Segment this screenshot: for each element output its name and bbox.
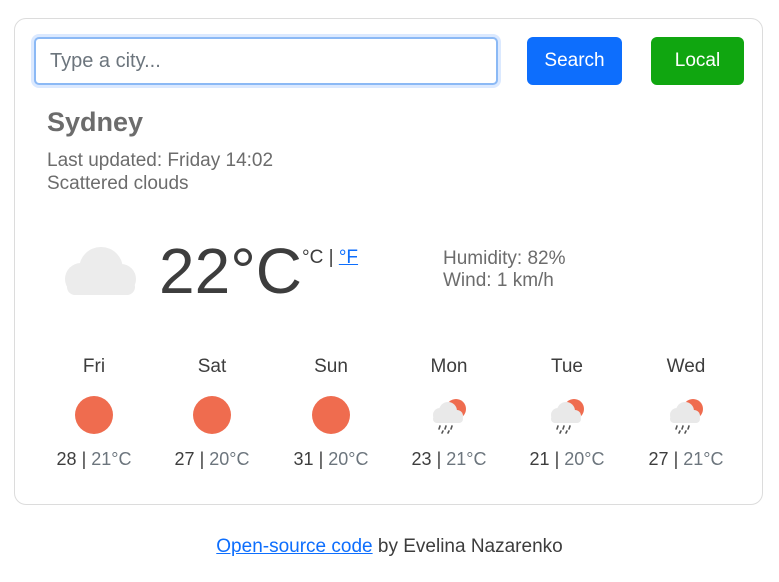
forecast-high: 27 bbox=[648, 449, 669, 469]
forecast-temps: 27 | 21°C bbox=[648, 449, 724, 469]
forecast-day: Sat 27 | 20°C bbox=[152, 355, 272, 470]
source-code-link[interactable]: Open-source code bbox=[216, 536, 372, 557]
weather-description: Scattered clouds bbox=[47, 173, 189, 194]
forecast-high: 23 bbox=[411, 449, 432, 469]
unit-separator: | bbox=[328, 247, 334, 268]
forecast-low: 20°C bbox=[209, 449, 250, 469]
local-button[interactable]: Local bbox=[651, 37, 744, 85]
forecast-low: 20°C bbox=[328, 449, 369, 469]
weather-card: Search Local Sydney Last updated: Friday… bbox=[14, 18, 763, 505]
forecast-high: 31 bbox=[293, 449, 314, 469]
rain-sun-icon bbox=[670, 399, 703, 434]
fahrenheit-link[interactable]: °F bbox=[339, 247, 358, 268]
forecast-day: Mon 23 | 21°C bbox=[389, 355, 509, 470]
city-name: Sydney bbox=[47, 107, 144, 137]
forecast-temps: 28 | 21°C bbox=[56, 449, 132, 469]
forecast-day: Fri 28 | 21°C bbox=[34, 355, 154, 470]
forecast-temps: 31 | 20°C bbox=[293, 449, 369, 469]
forecast-day-name: Sun bbox=[314, 356, 348, 377]
current-temperature: 22°C bbox=[159, 235, 302, 307]
forecast-day: Sun 31 | 20°C bbox=[271, 355, 391, 470]
rain-sun-icon bbox=[433, 399, 466, 434]
forecast-day-name: Mon bbox=[430, 356, 468, 377]
forecast-high: 28 bbox=[56, 449, 77, 469]
forecast-temps: 27 | 20°C bbox=[174, 449, 250, 469]
forecast-low: 20°C bbox=[564, 449, 605, 469]
forecast-high: 27 bbox=[174, 449, 195, 469]
cloud-icon bbox=[65, 247, 136, 295]
wind: Wind: 1 km/h bbox=[443, 270, 554, 291]
forecast-high: 21 bbox=[529, 449, 550, 469]
forecast-day-name: Sat bbox=[197, 356, 227, 377]
forecast-low: 21°C bbox=[683, 449, 724, 469]
forecast-day: Tue 21 | 20°C bbox=[507, 355, 627, 470]
city-search-input[interactable] bbox=[34, 37, 498, 85]
sun-icon bbox=[193, 396, 231, 434]
unit-toggle: °C | °F bbox=[302, 247, 358, 269]
weather-meta: Last updated: Friday 14:02 Scattered clo… bbox=[47, 149, 273, 195]
author-credit: by Evelina Nazarenko bbox=[372, 536, 563, 557]
humidity: Humidity: 82% bbox=[443, 248, 566, 269]
search-button[interactable]: Search bbox=[527, 37, 622, 85]
forecast-day-name: Fri bbox=[82, 356, 106, 377]
forecast-day-name: Tue bbox=[550, 356, 584, 377]
forecast-temps: 21 | 20°C bbox=[529, 449, 605, 469]
sun-icon bbox=[312, 396, 350, 434]
forecast-temps: 23 | 21°C bbox=[411, 449, 487, 469]
forecast-day-name: Wed bbox=[666, 356, 706, 377]
forecast: Fri 28 | 21°C Sat 27 | 20°C Sun 31 | 20°… bbox=[34, 355, 744, 495]
weather-stats: Humidity: 82% Wind: 1 km/h bbox=[443, 248, 566, 292]
last-updated: Last updated: Friday 14:02 bbox=[47, 150, 274, 171]
forecast-low: 21°C bbox=[446, 449, 487, 469]
forecast-low: 21°C bbox=[91, 449, 132, 469]
forecast-day: Wed 27 | 21°C bbox=[626, 355, 746, 470]
celsius-label: °C bbox=[302, 247, 324, 268]
rain-sun-icon bbox=[551, 399, 584, 434]
footer: Open-source code by Evelina Nazarenko bbox=[0, 536, 779, 558]
sun-icon bbox=[75, 396, 113, 434]
